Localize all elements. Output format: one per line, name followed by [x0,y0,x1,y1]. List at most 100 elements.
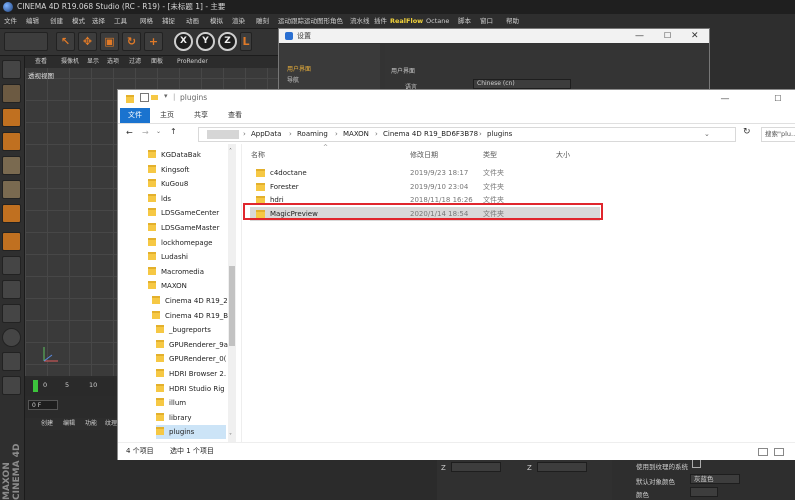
menu-item[interactable]: 窗口 [480,14,493,28]
large-icons-view-icon[interactable] [774,448,784,456]
coord-z-field-1[interactable] [451,462,501,472]
nav-tree-item[interactable]: illum [156,396,226,410]
refresh-icon[interactable]: ↻ [743,127,751,137]
menu-item[interactable]: 动画 [186,14,199,28]
menu-item[interactable]: 捕捉 [162,14,175,28]
solo-button[interactable] [2,304,21,323]
nav-tree-item[interactable]: library [156,411,226,425]
workplane-mode-button[interactable] [2,132,21,151]
nav-tree-item[interactable]: plugins [156,425,226,440]
points-mode-button[interactable] [2,156,21,175]
material-menu-item[interactable]: 功能 [85,418,97,430]
color-swatch[interactable] [690,487,718,497]
menu-item[interactable]: 模式 [72,14,85,28]
viewport-menu-item[interactable]: 面板 [151,56,163,68]
settings-minimize-button[interactable]: — [635,29,644,43]
address-dropdown-icon[interactable]: ⌄ [704,128,710,141]
nav-tree-item[interactable]: Cinema 4D R19_2( [152,294,230,308]
viewport-menu-item[interactable]: 摄像机 [61,56,79,68]
y-axis-lock-button[interactable]: Y [196,32,215,51]
settings-category-ui[interactable]: 用户界面 [287,64,311,73]
menu-item[interactable]: 运动跟踪 [278,14,304,28]
texture-system-checkbox[interactable] [692,459,701,468]
viewport-menu-item[interactable]: ProRender [177,56,208,68]
menu-item[interactable]: 选择 [92,14,105,28]
details-view-icon[interactable] [758,448,768,456]
z-axis-lock-button[interactable]: Z [218,32,237,51]
address-bar[interactable]: › AppData › Roaming › MAXON › Cinema 4D … [198,127,736,142]
sculpt-button[interactable] [2,328,21,347]
material-menu-item[interactable]: 编辑 [63,418,75,430]
back-arrow-icon[interactable]: ← [126,128,133,137]
scroll-up-icon[interactable]: ˄ [229,148,232,155]
nav-tree-item[interactable]: HDRI Browser 2. [156,367,226,381]
viewport-menu-item[interactable]: 选项 [107,56,119,68]
timeline-ruler[interactable]: 0 5 10 [25,378,118,396]
explorer-maximize-button[interactable]: ☐ [763,90,793,108]
texture-mode-button[interactable] [2,108,21,127]
model-mode-button[interactable] [2,84,21,103]
coordinate-system-button[interactable]: L [240,32,252,51]
viewport-menu-item[interactable]: 显示 [87,56,99,68]
nav-tree-item[interactable]: LDSGameMaster [148,221,226,235]
nav-tree-item[interactable]: lockhomepage [148,236,226,250]
menu-item[interactable]: 工具 [114,14,127,28]
explorer-minimize-button[interactable]: — [710,90,740,108]
menu-item[interactable]: 编辑 [26,14,39,28]
nav-tree-item[interactable]: Kingsoft [148,163,226,177]
tab-file[interactable]: 文件 [120,108,150,123]
menu-item[interactable]: 流水线 [350,14,370,28]
edges-mode-button[interactable] [2,180,21,199]
tweak-mode-button[interactable] [2,256,21,275]
menu-item[interactable]: Octane [426,14,449,28]
planar-workplane-button[interactable] [2,376,21,395]
rotate-tool-button[interactable]: ↻ [122,32,141,51]
nav-tree-item[interactable]: HDRI Studio Rig [156,382,226,396]
move-tool-button[interactable]: ✥ [78,32,97,51]
nav-tree-item[interactable]: KGDataBak [148,148,226,162]
file-row[interactable]: c4doctane 2019/9/23 18:17 文件夹 [250,166,600,180]
axis-mode-button[interactable] [2,232,21,251]
nav-scrollbar-thumb[interactable] [229,266,235,346]
menu-item[interactable]: 运动图形 [304,14,330,28]
menu-item[interactable]: 渲染 [232,14,245,28]
undo-redo-group[interactable] [4,32,48,51]
nav-tree-item[interactable]: _bugreports [156,323,226,337]
column-size[interactable]: 大小 [556,150,570,160]
lock-workplane-button[interactable] [2,352,21,371]
tab-home[interactable]: 主页 [154,108,180,123]
viewport-menu-item[interactable]: 过滤 [129,56,141,68]
current-frame-field[interactable]: 0 F [28,400,58,410]
column-date[interactable]: 修改日期 [410,150,438,160]
scroll-down-icon[interactable]: ˅ [229,433,232,440]
recent-locations-icon[interactable]: ⌄ [156,128,161,135]
column-type[interactable]: 类型 [483,150,497,160]
x-axis-lock-button[interactable]: X [174,32,193,51]
nav-tree-item[interactable]: GPURenderer_9a [156,338,228,352]
material-menu-item[interactable]: 创建 [41,418,53,430]
select-tool-button[interactable]: ↖ [56,32,75,51]
quick-access-checkbox-icon[interactable] [140,93,149,102]
file-row[interactable]: Forester 2019/9/10 23:04 文件夹 [250,180,600,194]
menu-item[interactable]: 雕刻 [256,14,269,28]
nav-tree-item[interactable]: KuGou8 [148,177,226,191]
material-menu-item[interactable]: 纹理 [105,418,117,430]
nav-tree-item[interactable]: Macromedia [148,265,226,279]
tab-share[interactable]: 共享 [188,108,214,123]
settings-close-button[interactable]: ✕ [691,29,699,43]
snap-button[interactable] [2,280,21,299]
language-dropdown[interactable]: Chinese (cn) [473,79,571,89]
settings-category-navigation[interactable]: 导航 [287,75,299,84]
crumb-roaming[interactable]: Roaming [297,128,328,141]
crumb-maxon[interactable]: MAXON [343,128,369,141]
menu-item[interactable]: 网格 [140,14,153,28]
timeline-playhead[interactable] [33,380,38,392]
scale-tool-button[interactable]: ▣ [100,32,119,51]
tab-view[interactable]: 查看 [222,108,248,123]
menu-item[interactable]: 创建 [50,14,63,28]
forward-arrow-icon[interactable]: → [142,128,149,137]
nav-tree-item[interactable]: LDSGameCenter [148,206,226,220]
menu-item[interactable]: 脚本 [458,14,471,28]
menu-item[interactable]: 文件 [4,14,17,28]
menu-item[interactable]: 角色 [330,14,343,28]
